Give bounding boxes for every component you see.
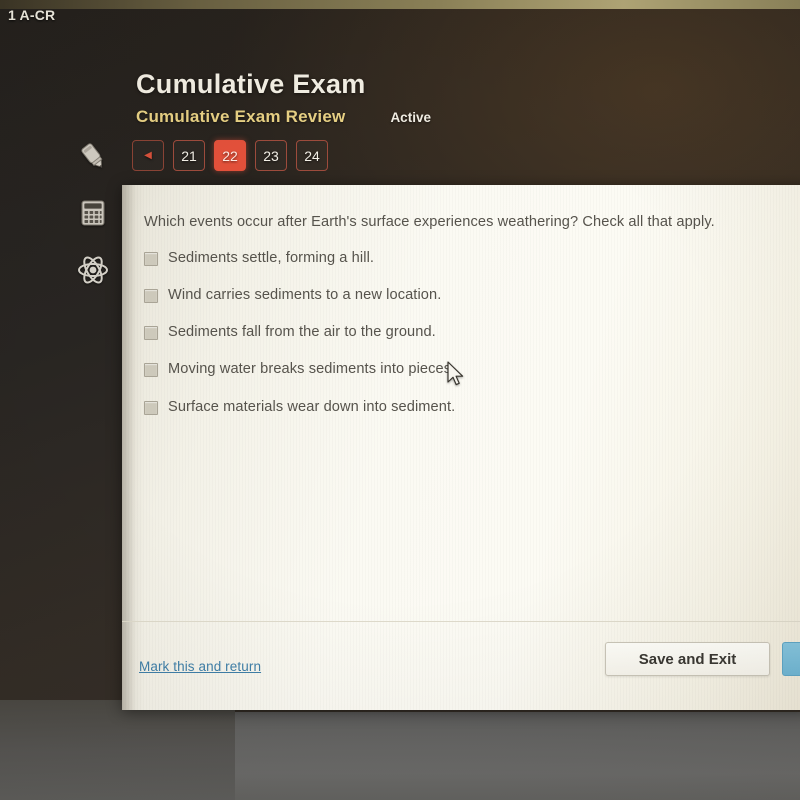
pager-item-21[interactable]: 21: [173, 140, 205, 171]
choice-option-5[interactable]: Surface materials wear down into sedimen…: [144, 398, 796, 416]
choice-label: Moving water breaks sediments into piece…: [168, 361, 456, 378]
next-button[interactable]: [782, 642, 800, 676]
card-footer: Mark this and return Save and Exit: [122, 621, 800, 710]
monitor-top-edge: [0, 0, 800, 9]
checkbox-unchecked-icon[interactable]: [144, 326, 158, 341]
desk-shadow: [0, 700, 235, 800]
question-card: Which events occur after Earth's surface…: [122, 185, 800, 710]
checkbox-unchecked-icon[interactable]: [144, 363, 158, 378]
mark-this-and-return-link[interactable]: Mark this and return: [139, 659, 261, 674]
caret-left-icon: ◀: [144, 150, 152, 161]
choice-option-2[interactable]: Wind carries sediments to a new location…: [144, 286, 796, 304]
choice-label: Surface materials wear down into sedimen…: [168, 398, 456, 415]
choice-option-4[interactable]: Moving water breaks sediments into piece…: [144, 360, 796, 378]
atom-icon[interactable]: [73, 250, 113, 290]
choice-list: Sediments settle, forming a hill. Wind c…: [144, 249, 796, 416]
checkbox-unchecked-icon[interactable]: [144, 288, 158, 303]
checkbox-unchecked-icon[interactable]: [144, 400, 158, 415]
question-pager: ◀ 21 22 23 24: [132, 140, 328, 171]
calculator-icon[interactable]: [73, 193, 113, 233]
page-title: Cumulative Exam: [136, 69, 366, 99]
screenshot-photo: 1 A-CR Cumulative Exam Cumulative Exam R…: [0, 0, 800, 800]
choice-label: Wind carries sediments to a new location…: [168, 286, 442, 303]
exam-header: Cumulative Exam Cumulative Exam Review A…: [136, 70, 431, 127]
exam-subtitle: Cumulative Exam Review: [136, 107, 346, 127]
choice-label: Sediments fall from the air to the groun…: [168, 324, 436, 341]
subtitle-row: Cumulative Exam Review Active: [136, 107, 431, 127]
checkbox-unchecked-icon[interactable]: [144, 251, 158, 266]
mouse-pointer-icon: [447, 361, 465, 392]
save-and-exit-button[interactable]: Save and Exit: [605, 642, 770, 676]
pager-prev-button[interactable]: ◀: [132, 140, 164, 171]
pager-item-24[interactable]: 24: [296, 140, 328, 171]
pager-item-23[interactable]: 23: [255, 140, 287, 171]
choice-option-1[interactable]: Sediments settle, forming a hill.: [144, 249, 796, 267]
pager-item-22[interactable]: 22: [214, 140, 246, 171]
tool-rail: [70, 136, 116, 307]
highlighter-icon[interactable]: [73, 136, 113, 176]
corner-label: 1 A-CR: [8, 7, 56, 23]
status-badge: Active: [390, 110, 431, 126]
choice-option-3[interactable]: Sediments fall from the air to the groun…: [144, 323, 796, 341]
question-prompt: Which events occur after Earth's surface…: [144, 214, 715, 230]
choice-label: Sediments settle, forming a hill.: [168, 249, 375, 266]
